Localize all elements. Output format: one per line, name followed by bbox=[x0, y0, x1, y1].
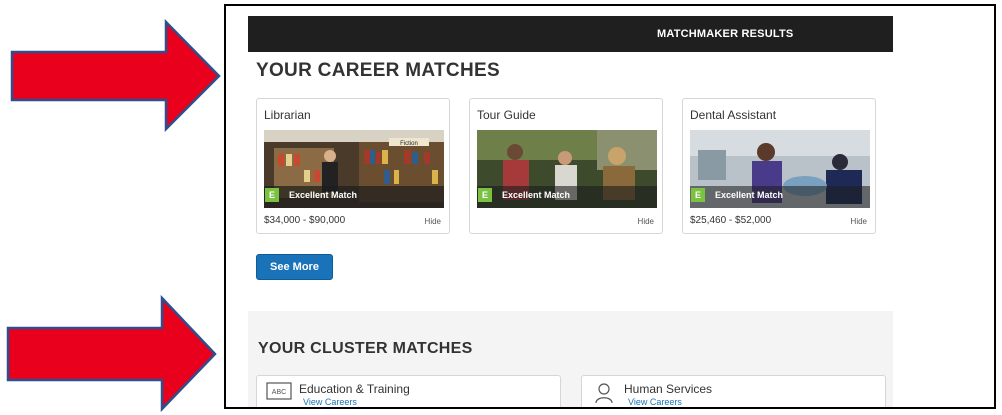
top-nav-bar: MATCHMAKER RESULTS bbox=[248, 16, 893, 52]
career-matches-title: YOUR CAREER MATCHES bbox=[256, 60, 500, 81]
abc-board-label: ABC bbox=[272, 389, 286, 396]
career-card-dental-assistant[interactable]: Dental Assistant E Excellent Match $25,4… bbox=[682, 98, 876, 234]
fiction-sign: Fiction bbox=[400, 141, 418, 147]
cluster-matches-title: YOUR CLUSTER MATCHES bbox=[258, 340, 473, 357]
cluster-name: Human Services bbox=[624, 382, 713, 396]
cluster-card-human-services[interactable]: Human Services View Careers bbox=[581, 375, 886, 407]
match-badge: E Excellent Match bbox=[478, 187, 570, 202]
salary-range: $25,460 - $52,000 bbox=[690, 215, 772, 226]
hide-link[interactable]: Hide bbox=[638, 217, 654, 226]
career-card-librarian[interactable]: Librarian Fiction E Excellent Match $34,… bbox=[256, 98, 450, 234]
view-careers-link[interactable]: View Careers bbox=[303, 397, 357, 407]
match-badge: E Excellent Match bbox=[265, 187, 357, 202]
cluster-card-education[interactable]: ABC Education & Training View Careers bbox=[256, 375, 561, 407]
cluster-name: Education & Training bbox=[299, 382, 410, 396]
screenshot-frame: MATCHMAKER RESULTS YOUR CAREER MATCHES L… bbox=[224, 4, 996, 409]
career-card-tour-guide[interactable]: Tour Guide E Excellent Match Hide bbox=[469, 98, 663, 234]
match-badge: E Excellent Match bbox=[691, 187, 783, 202]
salary-range: $34,000 - $90,000 bbox=[264, 215, 346, 226]
view-careers-link[interactable]: View Careers bbox=[628, 397, 682, 407]
hide-link[interactable]: Hide bbox=[851, 217, 867, 226]
match-label: Excellent Match bbox=[289, 189, 358, 200]
match-label: Excellent Match bbox=[715, 189, 784, 200]
career-title[interactable]: Tour Guide bbox=[477, 108, 536, 122]
career-title[interactable]: Dental Assistant bbox=[690, 108, 776, 122]
match-grade: E bbox=[265, 187, 279, 202]
red-arrow-icon bbox=[6, 294, 217, 412]
see-more-button[interactable]: See More bbox=[256, 254, 333, 280]
match-grade: E bbox=[478, 187, 492, 202]
red-arrow-icon bbox=[10, 18, 221, 132]
match-label: Excellent Match bbox=[502, 189, 571, 200]
abc-board-icon: ABC bbox=[266, 382, 292, 400]
person-icon bbox=[595, 383, 613, 404]
match-grade: E bbox=[691, 187, 705, 202]
header-title: MATCHMAKER RESULTS bbox=[657, 28, 794, 40]
career-title[interactable]: Librarian bbox=[264, 108, 311, 122]
hide-link[interactable]: Hide bbox=[425, 217, 441, 226]
